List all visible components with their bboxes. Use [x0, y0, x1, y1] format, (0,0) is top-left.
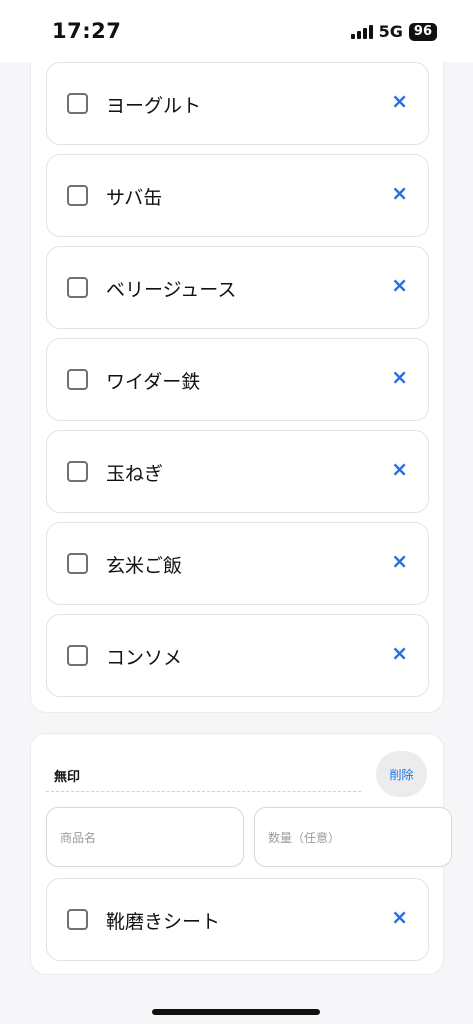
remove-item-icon[interactable]: × — [391, 905, 408, 929]
item-label: ヨーグルト — [106, 95, 202, 117]
item-checkbox[interactable] — [67, 277, 88, 298]
item-label: 玄米ご飯 — [106, 555, 183, 577]
status-indicators: 5G 96 — [350, 22, 437, 41]
remove-item-icon[interactable]: × — [391, 365, 408, 389]
item-checkbox[interactable] — [67, 645, 88, 666]
status-bar: 17:27 5G 96 — [0, 0, 473, 62]
remove-item-icon[interactable]: × — [391, 181, 408, 205]
list-item: コンソメ × — [46, 614, 429, 697]
item-label: ベリージュース — [106, 279, 237, 301]
item-name-input[interactable]: 商品名 — [46, 807, 244, 867]
status-time: 17:27 — [52, 19, 122, 43]
list-item: ベリージュース × — [46, 246, 429, 329]
list-item: サバ缶 × — [46, 154, 429, 237]
item-checkbox[interactable] — [67, 93, 88, 114]
store-name-underline — [46, 791, 361, 792]
item-name-placeholder: 商品名 — [60, 831, 97, 845]
list-item: ワイダー鉄 × — [46, 338, 429, 421]
item-checkbox[interactable] — [67, 369, 88, 390]
item-label: ワイダー鉄 — [106, 371, 201, 393]
remove-item-icon[interactable]: × — [391, 89, 408, 113]
network-type: 5G — [378, 22, 403, 41]
quantity-input[interactable]: 数量（任意） — [254, 807, 452, 867]
item-label: 玉ねぎ — [106, 463, 164, 485]
list-item: ヨーグルト × — [46, 62, 429, 145]
store-name[interactable]: 無印 — [54, 766, 80, 785]
remove-item-icon[interactable]: × — [391, 549, 408, 573]
item-checkbox[interactable] — [67, 461, 88, 482]
quantity-placeholder: 数量（任意） — [268, 831, 341, 845]
item-checkbox[interactable] — [67, 553, 88, 574]
item-label: コンソメ — [106, 647, 183, 669]
battery-icon: 96 — [408, 22, 437, 41]
item-label: サバ缶 — [106, 187, 163, 209]
item-checkbox[interactable] — [67, 909, 88, 930]
remove-item-icon[interactable]: × — [391, 457, 408, 481]
cellular-signal-icon — [350, 24, 373, 39]
home-indicator[interactable] — [152, 1009, 320, 1015]
shopping-list-card: ヨーグルト × サバ缶 × ベリージュース × ワイダー鉄 × 玉ねぎ × 玄米… — [30, 36, 444, 713]
item-label: 靴磨きシート — [106, 911, 221, 933]
list-item: 玉ねぎ × — [46, 430, 429, 513]
delete-store-button[interactable]: 削除 — [376, 751, 427, 797]
remove-item-icon[interactable]: × — [391, 641, 408, 665]
item-checkbox[interactable] — [67, 185, 88, 206]
list-item: 靴磨きシート × — [46, 878, 429, 961]
remove-item-icon[interactable]: × — [391, 273, 408, 297]
store-card: 無印 削除 商品名 数量（任意） 靴磨きシート × — [30, 733, 452, 975]
list-item: 玄米ご飯 × — [46, 522, 429, 605]
